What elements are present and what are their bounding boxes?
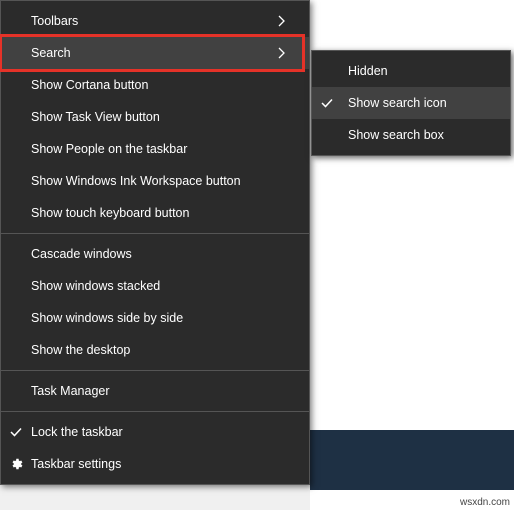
menu-item-search[interactable]: Search xyxy=(1,37,309,69)
menu-item-cortana[interactable]: Show Cortana button xyxy=(1,69,309,101)
menu-item-label: Show windows side by side xyxy=(31,311,297,325)
menu-item-taskview[interactable]: Show Task View button xyxy=(1,101,309,133)
submenu-item-label: Show search icon xyxy=(348,96,498,110)
search-submenu: Hidden Show search icon Show search box xyxy=(311,50,511,156)
check-icon xyxy=(319,95,335,111)
menu-item-label: Show People on the taskbar xyxy=(31,142,297,156)
menu-item-toolbars[interactable]: Toolbars xyxy=(1,5,309,37)
menu-item-people[interactable]: Show People on the taskbar xyxy=(1,133,309,165)
chevron-right-icon xyxy=(277,47,297,59)
menu-item-label: Taskbar settings xyxy=(31,457,297,471)
menu-item-label: Search xyxy=(31,46,277,60)
menu-item-label: Show Task View button xyxy=(31,110,297,124)
submenu-item-showicon[interactable]: Show search icon xyxy=(312,87,510,119)
menu-separator xyxy=(1,370,309,371)
submenu-item-label: Show search box xyxy=(348,128,498,142)
menu-separator xyxy=(1,233,309,234)
menu-item-sidebyside[interactable]: Show windows side by side xyxy=(1,302,309,334)
chevron-right-icon xyxy=(277,15,297,27)
menu-item-label: Show the desktop xyxy=(31,343,297,357)
menu-item-label: Show touch keyboard button xyxy=(31,206,297,220)
submenu-item-hidden[interactable]: Hidden xyxy=(312,55,510,87)
menu-item-taskmgr[interactable]: Task Manager xyxy=(1,375,309,407)
menu-item-label: Cascade windows xyxy=(31,247,297,261)
taskbar-context-menu: Toolbars Search Show Cortana button Show Ta… xyxy=(0,0,310,485)
menu-item-settings[interactable]: Taskbar settings xyxy=(1,448,309,480)
submenu-item-showbox[interactable]: Show search box xyxy=(312,119,510,151)
menu-item-cascade[interactable]: Cascade windows xyxy=(1,238,309,270)
check-icon xyxy=(8,424,24,440)
menu-item-ink[interactable]: Show Windows Ink Workspace button xyxy=(1,165,309,197)
watermark: wsxdn.com xyxy=(460,497,510,508)
menu-item-label: Show Windows Ink Workspace button xyxy=(31,174,297,188)
menu-separator xyxy=(1,411,309,412)
menu-item-label: Show windows stacked xyxy=(31,279,297,293)
menu-item-desktop[interactable]: Show the desktop xyxy=(1,334,309,366)
menu-item-label: Lock the taskbar xyxy=(31,425,297,439)
menu-item-label: Toolbars xyxy=(31,14,277,28)
background-strip xyxy=(310,430,514,490)
menu-item-label: Show Cortana button xyxy=(31,78,297,92)
menu-item-stacked[interactable]: Show windows stacked xyxy=(1,270,309,302)
menu-item-lock[interactable]: Lock the taskbar xyxy=(1,416,309,448)
menu-item-touchkb[interactable]: Show touch keyboard button xyxy=(1,197,309,229)
submenu-item-label: Hidden xyxy=(348,64,498,78)
gear-icon xyxy=(8,456,24,472)
menu-item-label: Task Manager xyxy=(31,384,297,398)
